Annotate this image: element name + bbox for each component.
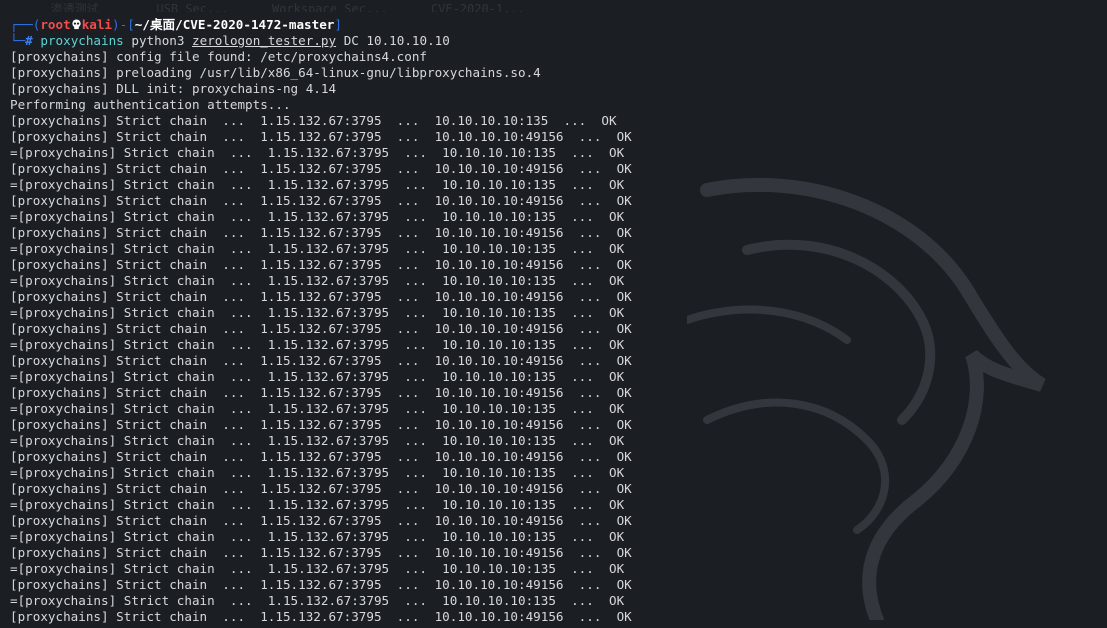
output-line: [proxychains] preloading /usr/lib/x86_64… <box>10 65 541 80</box>
output-line: [proxychains] Strict chain ... 1.15.132.… <box>10 417 632 432</box>
output-line: [proxychains] Strict chain ... 1.15.132.… <box>10 113 617 128</box>
command-line[interactable]: └─# proxychains python3 zerologon_tester… <box>10 33 1107 49</box>
output-line: =[proxychains] Strict chain ... 1.15.132… <box>10 401 625 416</box>
output-line: =[proxychains] Strict chain ... 1.15.132… <box>10 529 625 544</box>
prompt-frame-mid: )-[ <box>112 17 135 32</box>
output-line: [proxychains] Strict chain ... 1.15.132.… <box>10 545 632 560</box>
command-arg-python: python3 <box>131 33 185 48</box>
output-line: =[proxychains] Strict chain ... 1.15.132… <box>10 145 625 160</box>
output-line: [proxychains] Strict chain ... 1.15.132.… <box>10 289 632 304</box>
output-line: =[proxychains] Strict chain ... 1.15.132… <box>10 177 625 192</box>
prompt-frame-bottom: └─ <box>10 33 26 48</box>
command-arg-target: DC 10.10.10.10 <box>343 33 450 48</box>
prompt-line: ┌──(root kali)-[~/桌面/CVE-2020-1472-master… <box>10 17 1107 33</box>
command-arg-script: zerologon_tester.py <box>192 33 337 48</box>
terminal-window[interactable]: 渗透测试 USB Sec... Workspace Sec... CVE-202… <box>0 0 1107 628</box>
output-line: [proxychains] Strict chain ... 1.15.132.… <box>10 193 632 208</box>
output-line: [proxychains] Strict chain ... 1.15.132.… <box>10 577 632 592</box>
skull-icon <box>72 19 81 30</box>
prompt-path: ~/桌面/CVE-2020-1472-master <box>134 17 335 32</box>
output-lines: [proxychains] config file found: /etc/pr… <box>10 49 1107 625</box>
output-line: =[proxychains] Strict chain ... 1.15.132… <box>10 433 625 448</box>
output-line: =[proxychains] Strict chain ... 1.15.132… <box>10 593 625 608</box>
prompt-frame-close: ] <box>334 17 342 32</box>
output-line: =[proxychains] Strict chain ... 1.15.132… <box>10 497 625 512</box>
output-line: [proxychains] Strict chain ... 1.15.132.… <box>10 385 632 400</box>
output-line: Performing authentication attempts... <box>10 97 291 112</box>
output-line: =[proxychains] Strict chain ... 1.15.132… <box>10 465 625 480</box>
output-line: [proxychains] Strict chain ... 1.15.132.… <box>10 513 632 528</box>
output-line: =[proxychains] Strict chain ... 1.15.132… <box>10 369 625 384</box>
command-name: proxychains <box>40 33 124 48</box>
output-line: [proxychains] config file found: /etc/pr… <box>10 49 428 64</box>
background-window-titles: 渗透测试 USB Sec... Workspace Sec... CVE-202… <box>0 2 525 12</box>
output-line: =[proxychains] Strict chain ... 1.15.132… <box>10 337 625 352</box>
output-line: =[proxychains] Strict chain ... 1.15.132… <box>10 241 625 256</box>
prompt-frame-top: ┌──( <box>10 17 41 32</box>
prompt-hash: # <box>25 33 33 48</box>
output-line: [proxychains] Strict chain ... 1.15.132.… <box>10 161 632 176</box>
output-line: [proxychains] Strict chain ... 1.15.132.… <box>10 129 632 144</box>
output-line: [proxychains] Strict chain ... 1.15.132.… <box>10 257 632 272</box>
output-line: =[proxychains] Strict chain ... 1.15.132… <box>10 305 625 320</box>
output-line: [proxychains] DLL init: proxychains-ng 4… <box>10 81 337 96</box>
terminal-output: ┌──(root kali)-[~/桌面/CVE-2020-1472-master… <box>10 17 1107 625</box>
output-line: [proxychains] Strict chain ... 1.15.132.… <box>10 353 632 368</box>
output-line: [proxychains] Strict chain ... 1.15.132.… <box>10 449 632 464</box>
output-line: =[proxychains] Strict chain ... 1.15.132… <box>10 561 625 576</box>
output-line: =[proxychains] Strict chain ... 1.15.132… <box>10 209 625 224</box>
prompt-host: kali <box>81 17 113 32</box>
output-line: [proxychains] Strict chain ... 1.15.132.… <box>10 225 632 240</box>
output-line: =[proxychains] Strict chain ... 1.15.132… <box>10 273 625 288</box>
output-line: [proxychains] Strict chain ... 1.15.132.… <box>10 609 632 624</box>
prompt-user: root <box>40 17 71 32</box>
output-line: [proxychains] Strict chain ... 1.15.132.… <box>10 481 632 496</box>
output-line: [proxychains] Strict chain ... 1.15.132.… <box>10 321 632 336</box>
